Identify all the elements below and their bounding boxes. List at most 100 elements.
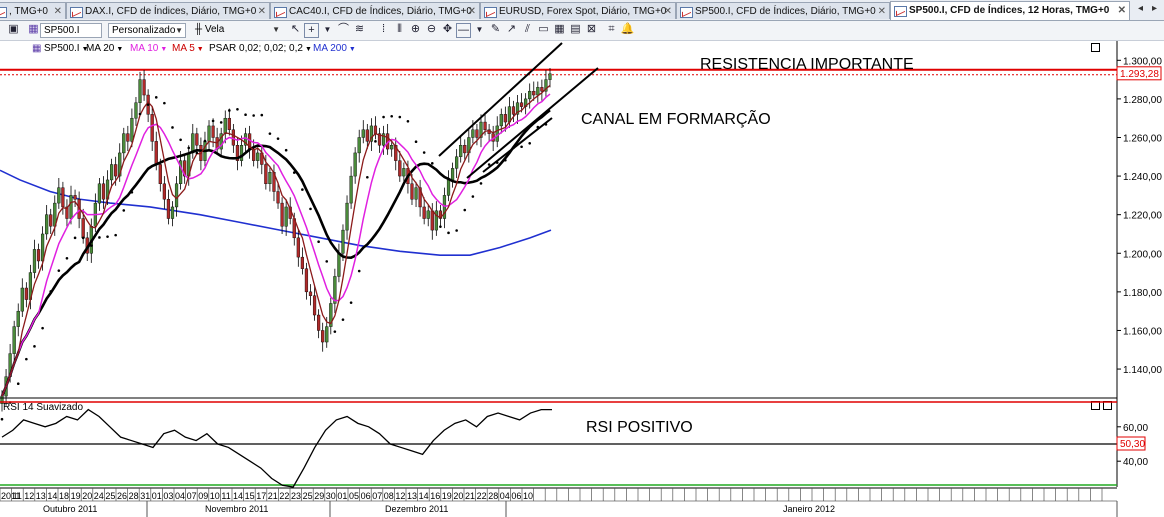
psar-dot <box>374 140 377 143</box>
price-chart[interactable]: 1.300,00 1.280,00 1.260,00 1.240,00 1.220,00… <box>0 0 1164 517</box>
chart-icon <box>274 7 287 18</box>
dropdown-icon[interactable]: ▼ <box>472 23 487 38</box>
psar-dot <box>471 195 475 198</box>
rsi-panel: 60,00 40,00 50,30 <box>0 401 1148 488</box>
template-select[interactable]: Personalizado ▼ <box>108 23 186 38</box>
tab-4[interactable]: SP500.I, CFD de Índices, Diário, TMG+0 ✕ <box>676 2 890 19</box>
close-icon[interactable]: ✕ <box>664 3 672 19</box>
chart-icon <box>70 7 83 18</box>
psar-dot <box>268 132 272 135</box>
candle-body <box>381 133 386 146</box>
close-icon[interactable]: ✕ <box>1118 2 1126 19</box>
tab-scroll-right-icon[interactable]: ▸ <box>1152 3 1157 14</box>
candle-body <box>28 272 33 300</box>
legend-ma20[interactable]: MA 20 ▼ <box>86 41 123 58</box>
draw-mode-icon[interactable]: ⌒ <box>336 23 351 38</box>
close-icon[interactable]: ✕ <box>258 3 266 19</box>
candle-body <box>105 179 110 200</box>
date-tick-label: 04 <box>500 491 510 501</box>
candle-body <box>142 79 146 96</box>
candle-body <box>77 199 81 219</box>
symbol-input[interactable]: SP500.I <box>40 23 102 38</box>
candle-body <box>146 94 150 115</box>
psar-dot <box>495 161 499 164</box>
legend-ma5[interactable]: MA 5 ▼ <box>172 41 204 58</box>
candle-body <box>183 160 187 177</box>
legend-psar[interactable]: PSAR 0,02; 0,02; 0,2 ▼ <box>209 41 312 58</box>
date-tick-label: 14 <box>419 491 429 501</box>
date-tick-label: 19 <box>71 491 81 501</box>
rectangle-icon[interactable]: ▭ <box>536 23 551 38</box>
fib-icon[interactable]: ≋ <box>352 23 367 38</box>
candle-body <box>434 210 438 231</box>
line-style-icon[interactable]: — <box>456 23 471 38</box>
channel-icon[interactable]: ⫽ <box>520 23 535 38</box>
legend-ma200[interactable]: MA 200 ▼ <box>313 41 356 58</box>
candle-body <box>446 179 451 196</box>
legend-symbol[interactable]: SP500.I ▼ <box>44 41 89 58</box>
close-icon[interactable]: ✕ <box>878 3 886 19</box>
date-tick-label: 31 <box>140 491 150 501</box>
date-tick-label: 20 <box>82 491 92 501</box>
date-tick-label: 12 <box>24 491 34 501</box>
period-icon[interactable]: ⦀ <box>392 23 407 38</box>
candle-body <box>85 237 89 254</box>
candle-body <box>369 125 373 142</box>
psar-dot <box>333 330 337 333</box>
psar-dot <box>260 113 264 117</box>
tab-3[interactable]: EURUSD, Forex Spot, Diário, TMG+0 ✕ <box>480 2 676 19</box>
dropdown-icon[interactable]: ▼ <box>320 23 335 38</box>
close-icon[interactable]: ✕ <box>54 3 62 19</box>
psar-dot <box>301 188 304 191</box>
alarm-icon[interactable]: 🔔 <box>620 23 635 38</box>
tab-2[interactable]: CAC40.I, CFD de Índices, Diário, TMG+0 ✕ <box>270 2 480 19</box>
date-tick-label: 22 <box>477 491 487 501</box>
chart-icon <box>894 6 907 17</box>
pointer-icon[interactable]: ↖ <box>288 23 303 38</box>
date-tick-label: 16 <box>430 491 440 501</box>
channel-lower-line <box>466 67 599 179</box>
psar-dot <box>292 171 296 174</box>
candle-body <box>195 133 199 146</box>
camera-icon[interactable]: ⌗ <box>604 23 619 38</box>
zoom-out-icon[interactable]: ⊖ <box>424 23 439 38</box>
month-label: Janeiro 2012 <box>783 504 835 514</box>
candle-body <box>252 148 256 161</box>
date-tick-label: 05 <box>349 491 359 501</box>
date-axis: 201111 12 13 14 18 19 20 24 25 26 28 31 01 03 04 07 09 10… <box>0 487 1118 517</box>
chart-type-select[interactable]: ╫ Vela ▼ <box>192 23 282 38</box>
candle-body <box>528 90 532 100</box>
tab-scroll-left-icon[interactable]: ◂ <box>1138 3 1143 14</box>
trend-icon[interactable]: ↗ <box>504 23 519 38</box>
psar-dot <box>349 301 353 304</box>
magnet-icon[interactable]: ⊠ <box>584 23 599 38</box>
zoom-in-icon[interactable]: ⊕ <box>408 23 423 38</box>
maximize-rsi-panel-icon[interactable] <box>1103 401 1112 410</box>
maximize-main-panel-icon[interactable] <box>1091 43 1100 52</box>
candle-body <box>321 330 325 343</box>
psar-dot <box>544 123 548 126</box>
chart-icon <box>680 7 693 18</box>
psar-dot <box>154 96 158 99</box>
candle-body <box>272 172 276 192</box>
candle-body <box>308 291 313 296</box>
candle-body <box>235 145 240 161</box>
close-icon[interactable]: ✕ <box>468 3 476 19</box>
chart-settings-icon[interactable]: ▣ <box>6 23 21 38</box>
psar-dot <box>203 139 207 143</box>
grid-icon[interactable]: ▦ <box>552 23 567 38</box>
pencil-icon[interactable]: ✎ <box>488 23 503 38</box>
tab-0[interactable]: , TMG+0 ✕ <box>0 2 66 19</box>
psar-dot <box>455 229 458 232</box>
layers-icon[interactable]: ▤ <box>568 23 583 38</box>
tab-5[interactable]: SP500.I, CFD de Índices, 12 Horas, TMG+0… <box>890 1 1130 20</box>
candle-body <box>349 175 353 204</box>
psar-dot <box>398 115 402 119</box>
legend-ma10[interactable]: MA 10 ▼ <box>130 41 167 58</box>
tab-1[interactable]: DAX.I, CFD de Índices, Diário, TMG+0 ✕ <box>66 2 270 19</box>
vertical-lines-icon[interactable]: ⁞ <box>376 23 391 38</box>
psar-dot <box>195 151 199 155</box>
crosshair-icon[interactable]: + <box>304 23 319 38</box>
pan-icon[interactable]: ✥ <box>440 23 455 38</box>
restore-rsi-panel-icon[interactable] <box>1091 401 1100 410</box>
